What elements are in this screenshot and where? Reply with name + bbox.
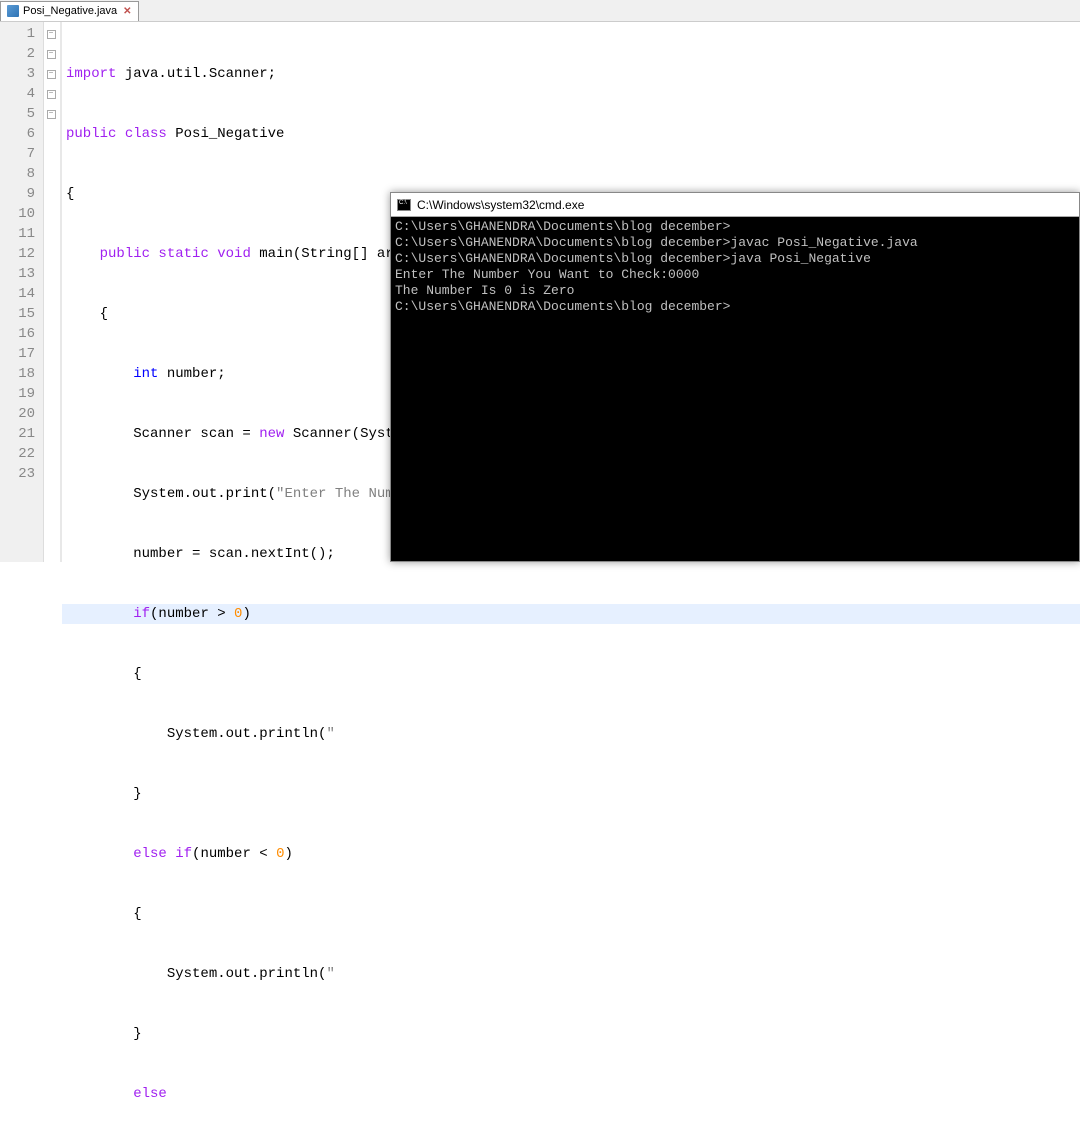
fold-marker-icon[interactable]: −: [47, 30, 56, 39]
tab-bar: Posi_Negative.java ✕: [0, 0, 1080, 22]
java-file-icon: [7, 5, 19, 17]
cmd-title-bar[interactable]: C:\Windows\system32\cmd.exe: [391, 193, 1079, 217]
cmd-output[interactable]: C:\Users\GHANENDRA\Documents\blog decemb…: [391, 217, 1079, 561]
fold-marker-icon[interactable]: −: [47, 110, 56, 119]
line-number-gutter: 1 2 3 4 5 6 7 8 9 10 11 12 13 14 15 16 1…: [0, 22, 44, 562]
cmd-title-text: C:\Windows\system32\cmd.exe: [417, 198, 584, 212]
fold-marker-icon[interactable]: −: [47, 90, 56, 99]
close-icon[interactable]: ✕: [123, 6, 131, 17]
cmd-icon: [397, 199, 411, 211]
fold-marker-icon[interactable]: −: [47, 70, 56, 79]
fold-column: − − − − −: [44, 22, 58, 562]
tab-filename: Posi_Negative.java: [23, 5, 117, 17]
cmd-window[interactable]: C:\Windows\system32\cmd.exe C:\Users\GHA…: [390, 192, 1080, 562]
fold-marker-icon[interactable]: −: [47, 50, 56, 59]
file-tab[interactable]: Posi_Negative.java ✕: [0, 1, 139, 21]
